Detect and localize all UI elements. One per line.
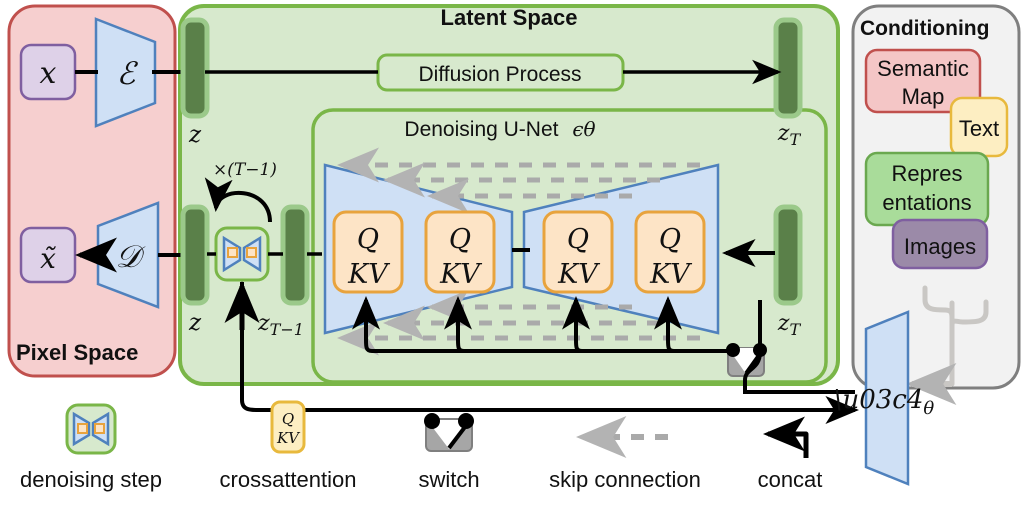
semantic-map-label-2: Map <box>902 84 945 109</box>
conditioning-item-images: Images <box>891 218 989 270</box>
attention-block-2-kv: KV <box>439 259 482 290</box>
diffusion-process-box: Diffusion Process <box>376 53 625 92</box>
representations-label-1: Repres <box>892 161 963 186</box>
figure-canvas: Pixel Space Latent Space Denoising U-Net… <box>0 0 1024 508</box>
legend-crossattention-label: crossattention <box>220 467 357 492</box>
legend-denoising-step-icon <box>65 403 117 455</box>
legend-switch-icon <box>424 413 474 452</box>
legend-concat-label: concat <box>758 467 823 492</box>
latent-bar-zT-bottom: zT <box>773 204 803 339</box>
conditioning-item-representations: Repres entations <box>864 151 990 227</box>
attention-block-4-kv: KV <box>649 259 692 290</box>
ldm-architecture-diagram: Pixel Space Latent Space Denoising U-Net… <box>7 4 1021 492</box>
text-item-label: Text <box>959 116 999 141</box>
attention-block-3-q: Q <box>567 224 589 255</box>
pixel-space-label: Pixel Space <box>16 340 138 365</box>
legend-denoising-step-label: denoising step <box>20 467 162 492</box>
legend-switch-contact-right <box>458 413 474 429</box>
images-label: Images <box>904 234 976 259</box>
unet-epsilon-theta: ϵθ <box>572 117 595 141</box>
attention-block-4: Q KV <box>634 210 706 294</box>
output-xtilde-label: x̃ <box>40 242 56 275</box>
legend-concat-branch <box>790 431 809 458</box>
input-x-node: x <box>19 43 77 101</box>
legend-crossattention-icon: Q KV <box>270 400 306 454</box>
denoising-step-node <box>214 226 270 282</box>
encoder-label: ℰ <box>117 56 139 92</box>
output-xtilde-node: x̃ <box>19 226 77 284</box>
unet-label-text: Denoising U-Net <box>404 118 558 141</box>
attention-block-4-q: Q <box>659 224 681 255</box>
latent-bar-zT-top: zT <box>773 17 803 149</box>
input-x-label: x <box>40 56 57 91</box>
latent-bar-z-bottom-label: z <box>188 310 202 336</box>
attention-block-1-kv: KV <box>347 259 390 290</box>
conditioning-item-text: Text <box>949 96 1009 158</box>
latent-space-label: Latent Space <box>441 5 578 30</box>
attention-block-1-q: Q <box>357 224 379 255</box>
attention-block-2: Q KV <box>424 210 496 294</box>
legend-skip-connection-label: skip connection <box>549 467 701 492</box>
legend-crossattention-kv: KV <box>276 429 301 447</box>
attention-block-3: Q KV <box>542 210 614 294</box>
legend-crossattention-q: Q <box>282 410 294 428</box>
attention-block-2-q: Q <box>449 224 471 255</box>
representations-label-2: entations <box>882 190 971 215</box>
latent-bar-z-top-label: z <box>188 122 202 148</box>
attention-block-3-kv: KV <box>557 259 600 290</box>
loop-count-label: ×(T−1) <box>213 160 277 180</box>
diffusion-process-label: Diffusion Process <box>418 63 581 86</box>
legend-switch-label: switch <box>418 467 479 492</box>
legend-switch-contact-left <box>424 413 440 429</box>
conditioning-label: Conditioning <box>860 17 989 40</box>
attention-block-1: Q KV <box>332 210 404 294</box>
tau-theta-label: \u03c4θ <box>834 385 935 419</box>
switch-contact-left <box>726 343 740 357</box>
semantic-map-label-1: Semantic <box>877 56 969 81</box>
legend-concat-icon <box>763 416 809 458</box>
